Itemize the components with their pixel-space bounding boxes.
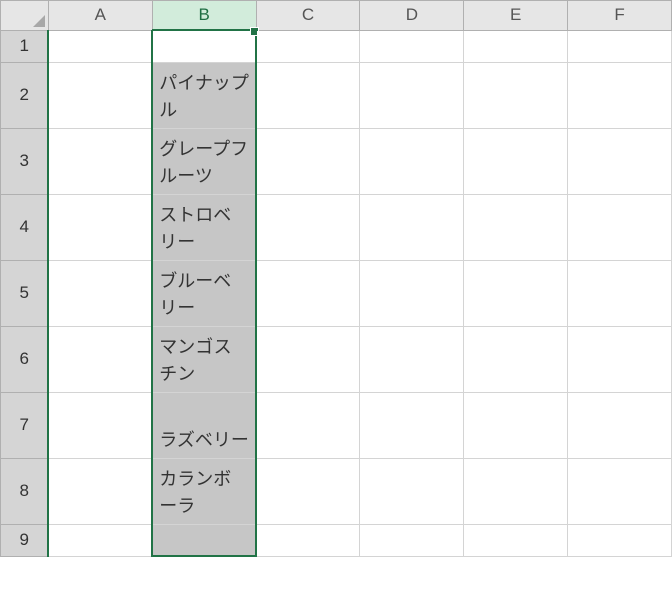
select-all-corner[interactable] <box>1 1 49 31</box>
cell-A6[interactable] <box>48 326 152 392</box>
cell-B3[interactable]: グレープフルーツ <box>152 128 256 194</box>
cell-D3[interactable] <box>360 128 464 194</box>
cell-B4[interactable]: ストロベリー <box>152 194 256 260</box>
cell-B8[interactable]: カランボーラ <box>152 458 256 524</box>
cell-D2[interactable] <box>360 62 464 128</box>
cell-E1[interactable] <box>464 30 568 62</box>
cell-B1[interactable] <box>152 30 256 62</box>
row-header-3[interactable]: 3 <box>1 128 49 194</box>
row-header-9[interactable]: 9 <box>1 524 49 556</box>
cell-F8[interactable] <box>568 458 672 524</box>
cell-D1[interactable] <box>360 30 464 62</box>
col-header-E[interactable]: E <box>464 1 568 31</box>
cell-D6[interactable] <box>360 326 464 392</box>
cell-E8[interactable] <box>464 458 568 524</box>
cell-F5[interactable] <box>568 260 672 326</box>
cell-F2[interactable] <box>568 62 672 128</box>
row-header-2[interactable]: 2 <box>1 62 49 128</box>
row-header-6[interactable]: 6 <box>1 326 49 392</box>
cell-D5[interactable] <box>360 260 464 326</box>
spreadsheet-grid[interactable]: A B C D E F 1 2 パイナップル 3 グレープフルーツ 4 ストロ <box>0 0 672 557</box>
cell-B7[interactable]: ラズベリー <box>152 392 256 458</box>
cell-E4[interactable] <box>464 194 568 260</box>
row-header-7[interactable]: 7 <box>1 392 49 458</box>
cell-B5[interactable]: ブルーベリー <box>152 260 256 326</box>
cell-C2[interactable] <box>256 62 360 128</box>
cell-D8[interactable] <box>360 458 464 524</box>
cell-F6[interactable] <box>568 326 672 392</box>
cell-C5[interactable] <box>256 260 360 326</box>
cell-A7[interactable] <box>48 392 152 458</box>
cell-C9[interactable] <box>256 524 360 556</box>
row-7: 7 ラズベリー <box>1 392 672 458</box>
cell-E5[interactable] <box>464 260 568 326</box>
cell-A5[interactable] <box>48 260 152 326</box>
row-5: 5 ブルーベリー <box>1 260 672 326</box>
cell-A3[interactable] <box>48 128 152 194</box>
row-8: 8 カランボーラ <box>1 458 672 524</box>
row-6: 6 マンゴスチン <box>1 326 672 392</box>
row-header-8[interactable]: 8 <box>1 458 49 524</box>
cell-B6[interactable]: マンゴスチン <box>152 326 256 392</box>
cell-C4[interactable] <box>256 194 360 260</box>
col-header-C[interactable]: C <box>256 1 360 31</box>
row-2: 2 パイナップル <box>1 62 672 128</box>
row-header-5[interactable]: 5 <box>1 260 49 326</box>
row-4: 4 ストロベリー <box>1 194 672 260</box>
cell-A4[interactable] <box>48 194 152 260</box>
cell-A2[interactable] <box>48 62 152 128</box>
cell-A1[interactable] <box>48 30 152 62</box>
col-header-F[interactable]: F <box>568 1 672 31</box>
cell-D7[interactable] <box>360 392 464 458</box>
cell-F4[interactable] <box>568 194 672 260</box>
cell-E3[interactable] <box>464 128 568 194</box>
cell-C3[interactable] <box>256 128 360 194</box>
row-1: 1 <box>1 30 672 62</box>
row-header-4[interactable]: 4 <box>1 194 49 260</box>
cell-C1[interactable] <box>256 30 360 62</box>
cell-B2[interactable]: パイナップル <box>152 62 256 128</box>
column-header-row: A B C D E F <box>1 1 672 31</box>
cell-C8[interactable] <box>256 458 360 524</box>
cell-E7[interactable] <box>464 392 568 458</box>
cell-E2[interactable] <box>464 62 568 128</box>
cell-F1[interactable] <box>568 30 672 62</box>
cell-F3[interactable] <box>568 128 672 194</box>
cell-A9[interactable] <box>48 524 152 556</box>
cell-E9[interactable] <box>464 524 568 556</box>
col-header-A[interactable]: A <box>48 1 152 31</box>
cell-D4[interactable] <box>360 194 464 260</box>
cell-A8[interactable] <box>48 458 152 524</box>
cell-C7[interactable] <box>256 392 360 458</box>
cell-C6[interactable] <box>256 326 360 392</box>
row-9: 9 <box>1 524 672 556</box>
cell-F9[interactable] <box>568 524 672 556</box>
cell-D9[interactable] <box>360 524 464 556</box>
cell-F7[interactable] <box>568 392 672 458</box>
col-header-B[interactable]: B <box>152 1 256 31</box>
col-header-D[interactable]: D <box>360 1 464 31</box>
row-header-1[interactable]: 1 <box>1 30 49 62</box>
cell-E6[interactable] <box>464 326 568 392</box>
row-3: 3 グレープフルーツ <box>1 128 672 194</box>
cell-B9[interactable] <box>152 524 256 556</box>
